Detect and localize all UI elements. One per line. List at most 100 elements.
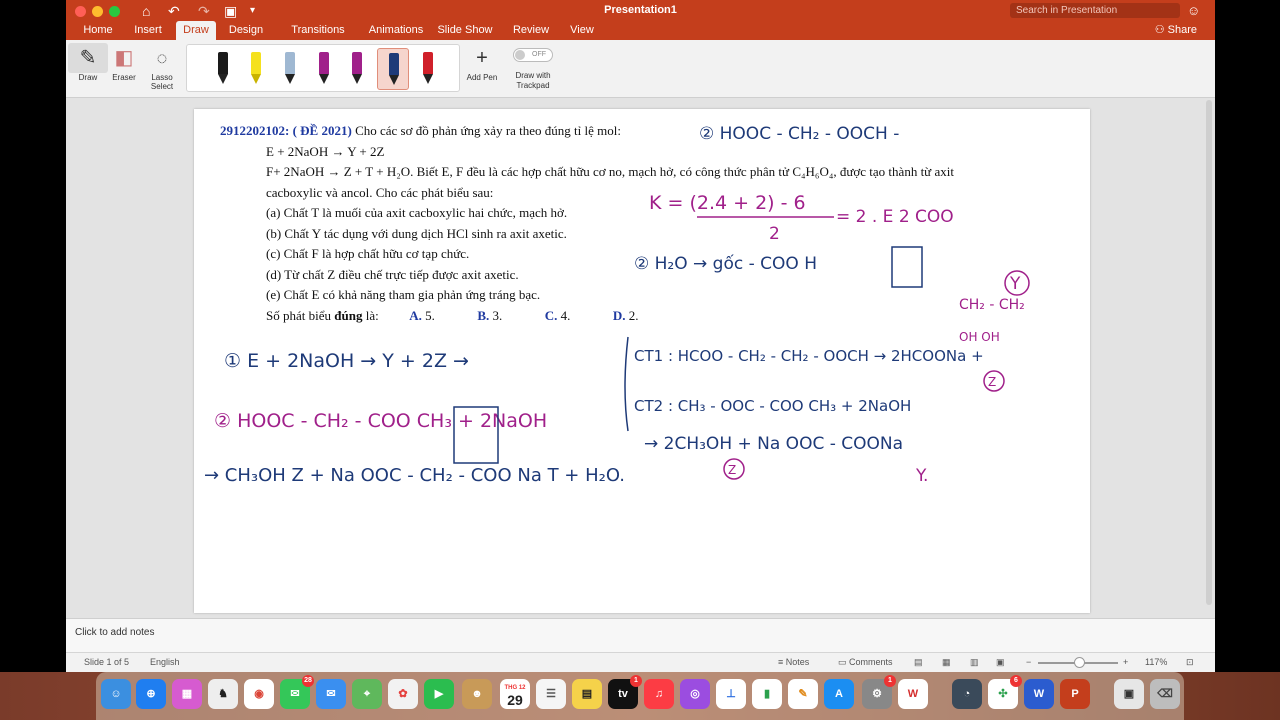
system-settings-icon[interactable]: ⚙ 1 bbox=[862, 675, 896, 709]
add-pen-button[interactable]: + Add Pen bbox=[462, 43, 502, 82]
maps-icon[interactable]: ⌖ bbox=[352, 679, 382, 709]
lasso-icon: ◌ bbox=[156, 48, 168, 68]
messages-icon[interactable]: ✉ 28 bbox=[280, 675, 314, 709]
mail-icon[interactable]: ✉ bbox=[316, 679, 346, 709]
ink-f-structure: ② HOOC - CH₂ - COO CH₃ + 2NaOH bbox=[214, 410, 547, 432]
zoom-in-icon[interactable]: + bbox=[1123, 653, 1128, 672]
photos-icon[interactable]: ✿ bbox=[388, 679, 418, 709]
chrome-icon[interactable]: ◉ bbox=[244, 679, 274, 709]
pen-dark-blue-selected[interactable] bbox=[377, 48, 409, 90]
slide-sorter-icon[interactable]: ▦ bbox=[942, 653, 951, 672]
reading-view-icon[interactable]: ▥ bbox=[970, 653, 979, 672]
save-icon[interactable]: ▣ bbox=[224, 2, 237, 20]
music-icon[interactable]: ♫ bbox=[644, 679, 674, 709]
comments-toggle-button[interactable]: ▭ Comments bbox=[838, 653, 893, 672]
minimize-window-button[interactable] bbox=[92, 6, 103, 17]
powerpoint-window: ⌂ ↶ ↷ ▣ ▾ Presentation1 Search in Presen… bbox=[66, 0, 1215, 672]
app-store-icon[interactable]: A bbox=[824, 679, 854, 709]
ink-k-formula: K = (2.4 + 2) - 6 bbox=[649, 192, 806, 214]
zoom-window-button[interactable] bbox=[109, 6, 120, 17]
tab-design[interactable]: Design bbox=[224, 21, 268, 40]
ink-products-2: → CH₃OH Z + Na OOC - CH₂ - COO Na T + H₂… bbox=[204, 465, 625, 486]
notes-pane[interactable]: Click to add notes bbox=[66, 618, 1215, 652]
tab-animations[interactable]: Animations bbox=[356, 21, 436, 40]
zoom-level[interactable]: 117% bbox=[1145, 653, 1167, 672]
slide-canvas[interactable]: 2912202102: ( ĐỀ 2021) Cho các sơ đồ phả… bbox=[194, 109, 1090, 613]
fit-to-window-icon[interactable]: ⊡ bbox=[1186, 653, 1194, 672]
draw-with-trackpad-toggle[interactable]: OFF bbox=[513, 48, 553, 62]
zoom-out-icon[interactable]: − bbox=[1026, 653, 1031, 672]
wps-office-icon[interactable]: W bbox=[898, 679, 928, 709]
eraser-label: Eraser bbox=[112, 73, 136, 82]
comments-label: Comments bbox=[849, 657, 893, 667]
notes-label: Notes bbox=[785, 657, 810, 667]
chess-icon[interactable]: ♞ bbox=[208, 679, 238, 709]
keynote-icon[interactable]: ⊥ bbox=[716, 679, 746, 709]
tab-view[interactable]: View bbox=[562, 21, 602, 40]
ink-glycol-oh: OH OH bbox=[959, 330, 1000, 344]
tab-slide-show[interactable]: Slide Show bbox=[432, 21, 498, 40]
tab-insert[interactable]: Insert bbox=[126, 21, 170, 40]
add-pen-label: Add Pen bbox=[466, 73, 498, 82]
pen-black[interactable] bbox=[210, 48, 236, 90]
quicktime-icon[interactable]: ◔ bbox=[952, 679, 982, 709]
google-sheets-icon[interactable]: ✣ 6 bbox=[988, 675, 1022, 709]
ink-k-denominator: 2 bbox=[769, 224, 780, 244]
tab-draw[interactable]: Draw bbox=[176, 21, 216, 40]
highlighter-yellow[interactable] bbox=[243, 48, 269, 90]
ink-top-right: ② HOOC - CH₂ - OOCH - bbox=[699, 124, 899, 144]
pen-purple[interactable] bbox=[311, 48, 337, 90]
language-indicator[interactable]: English bbox=[150, 653, 180, 672]
ink-h2o: ② H₂O → gốc - COO H bbox=[634, 253, 817, 274]
search-input[interactable]: Search in Presentation bbox=[1010, 3, 1180, 18]
lasso-label: Lasso Select bbox=[150, 73, 174, 91]
trash-icon[interactable]: ⌫ bbox=[1150, 679, 1180, 709]
draw-button[interactable]: ✎ Draw bbox=[68, 43, 108, 82]
pen-light-blue[interactable] bbox=[277, 48, 303, 90]
tab-transitions[interactable]: Transitions bbox=[278, 21, 358, 40]
notes-app-icon[interactable]: ▤ bbox=[572, 679, 602, 709]
facetime-icon[interactable]: ▶ bbox=[424, 679, 454, 709]
draw-label: Draw bbox=[78, 73, 98, 82]
numbers-icon[interactable]: ▮ bbox=[752, 679, 782, 709]
person-icon: ⚇ bbox=[1154, 24, 1168, 36]
finder-icon[interactable]: ☺ bbox=[101, 679, 131, 709]
zoom-slider-thumb[interactable] bbox=[1074, 657, 1085, 668]
settings-badge: 1 bbox=[884, 675, 896, 687]
pen-red[interactable] bbox=[415, 48, 441, 90]
undo-icon[interactable]: ↶ bbox=[168, 2, 180, 20]
podcasts-icon[interactable]: ◎ bbox=[680, 679, 710, 709]
eraser-button[interactable]: ◧ Eraser bbox=[104, 43, 144, 82]
messages-badge: 28 bbox=[302, 675, 314, 687]
reminders-icon[interactable]: ☰ bbox=[536, 679, 566, 709]
draw-ribbon: ✎ Draw ◧ Eraser ◌ Lasso Select + Add Pen… bbox=[66, 40, 1215, 98]
powerpoint-icon[interactable]: P bbox=[1060, 679, 1090, 709]
normal-view-icon[interactable]: ▤ bbox=[914, 653, 923, 672]
notes-toggle-button[interactable]: ≡ Notes bbox=[778, 653, 809, 672]
contacts-icon[interactable]: ☻ bbox=[462, 679, 492, 709]
tab-review[interactable]: Review bbox=[506, 21, 556, 40]
launchpad-icon[interactable]: ▦ bbox=[172, 679, 202, 709]
recent-file-icon[interactable]: ▣ bbox=[1114, 679, 1144, 709]
smiley-feedback-icon[interactable]: ☺ bbox=[1187, 2, 1200, 20]
vertical-scrollbar[interactable] bbox=[1206, 100, 1212, 605]
draw-pen-icon: ✎ bbox=[68, 43, 108, 73]
safari-icon[interactable]: ⊕ bbox=[136, 679, 166, 709]
word-icon[interactable]: W bbox=[1024, 679, 1054, 709]
lasso-select-button[interactable]: ◌ Lasso Select bbox=[142, 43, 182, 91]
slide-editor: 2912202102: ( ĐỀ 2021) Cho các sơ đồ phả… bbox=[66, 98, 1215, 618]
apple-tv-icon[interactable]: tv 1 bbox=[608, 675, 642, 709]
tab-home[interactable]: Home bbox=[74, 21, 122, 40]
ink-z-badge: Z bbox=[988, 375, 996, 389]
close-window-button[interactable] bbox=[75, 6, 86, 17]
calendar-icon[interactable]: THG 12 29 bbox=[500, 679, 530, 709]
slideshow-view-icon[interactable]: ▣ bbox=[996, 653, 1005, 672]
share-button[interactable]: ⚇ Share bbox=[1155, 21, 1197, 39]
title-bar: ⌂ ↶ ↷ ▣ ▾ Presentation1 Search in Presen… bbox=[66, 0, 1215, 40]
home-icon[interactable]: ⌂ bbox=[142, 2, 150, 20]
customize-toolbar-icon[interactable]: ▾ bbox=[250, 2, 255, 20]
pen-magenta[interactable] bbox=[344, 48, 370, 90]
pages-icon[interactable]: ✎ bbox=[788, 679, 818, 709]
ink-glycol: CH₂ - CH₂ bbox=[959, 297, 1025, 313]
redo-icon[interactable]: ↷ bbox=[198, 2, 210, 20]
